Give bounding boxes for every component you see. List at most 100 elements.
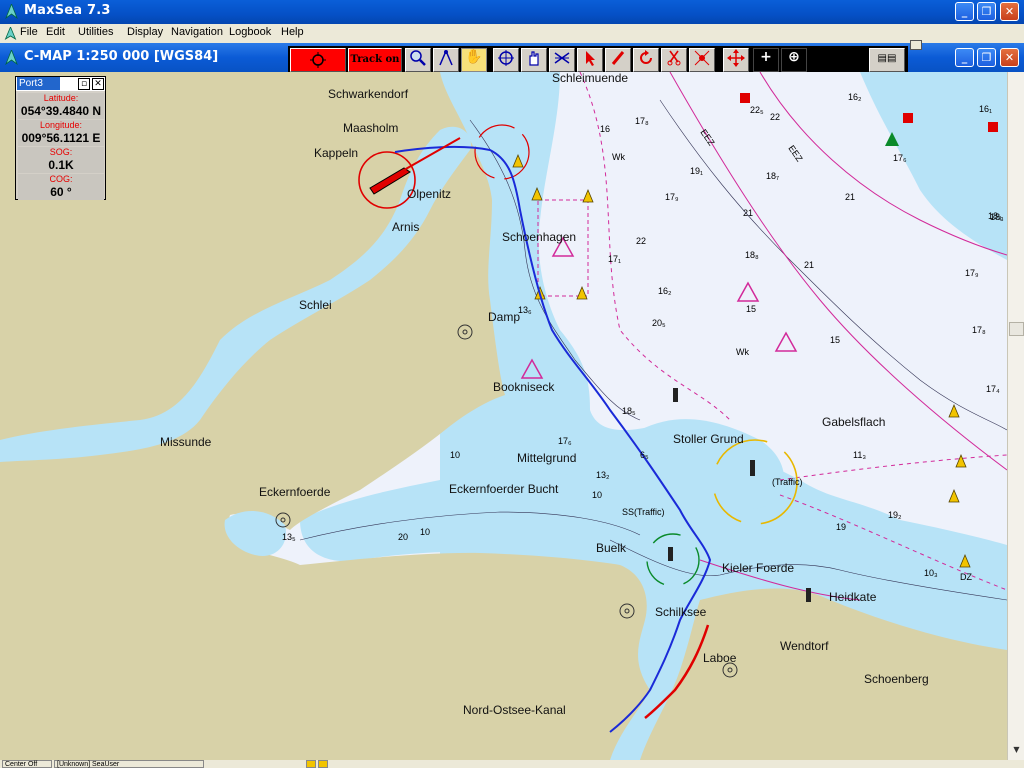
- depth-label: 17₆: [558, 436, 572, 446]
- plus-cursor-icon[interactable]: +: [753, 48, 779, 72]
- cog-row: COG: 60 °: [18, 174, 104, 200]
- dz-label: DZ: [960, 572, 972, 582]
- close-button[interactable]: ✕: [1000, 2, 1019, 21]
- arrow-cursor-icon[interactable]: [577, 48, 603, 72]
- depth-label: 16₂: [848, 92, 862, 102]
- document-icon[interactable]: [4, 27, 17, 40]
- depth-label: 21: [845, 192, 855, 202]
- place-label: Damp: [488, 310, 520, 324]
- status-indicator: [306, 760, 316, 768]
- cog-value: 60 °: [50, 185, 72, 199]
- place-label: Eckernfoerder Bucht: [449, 482, 559, 496]
- compass-icon[interactable]: [433, 48, 459, 72]
- depth-label: 21: [743, 208, 753, 218]
- restore-button[interactable]: ❐: [977, 2, 996, 21]
- port-panel-restore-button[interactable]: ▫: [78, 78, 90, 90]
- depth-label: 19: [836, 522, 846, 532]
- center-icon[interactable]: [493, 48, 519, 72]
- latitude-row: Latitude: 054°39.4840 N: [18, 93, 104, 119]
- rotate-icon[interactable]: [633, 48, 659, 72]
- place-label: Schleimuende: [552, 72, 628, 85]
- depth-label: 20: [398, 532, 408, 542]
- move-icon[interactable]: [723, 48, 749, 72]
- place-label: Mittelgrund: [517, 451, 576, 465]
- depth-label: 10: [420, 527, 430, 537]
- depth-label: 17₉: [965, 268, 979, 278]
- status-bar: Center Off [Unknown] SeaUser: [0, 760, 1024, 768]
- place-label: Bookniseck: [493, 380, 555, 394]
- center-off-status[interactable]: Center Off: [2, 760, 52, 768]
- nautical-chart[interactable]: Schwarkendorf Maasholm Kappeln Olpenitz …: [0, 72, 1007, 760]
- menu-edit[interactable]: Edit: [46, 26, 65, 38]
- menu-display[interactable]: Display: [127, 26, 163, 38]
- chart-restore-button[interactable]: ❐: [977, 48, 996, 67]
- place-label: Heidkate: [829, 590, 877, 604]
- scrollbar-thumb[interactable]: [1009, 322, 1024, 336]
- latitude-value: 054°39.4840 N: [20, 104, 102, 118]
- palette-options-icon[interactable]: ▤▤: [869, 48, 905, 72]
- place-label: Schlei: [299, 298, 332, 312]
- traffic-label: SS(Traffic): [622, 507, 665, 517]
- depth-label: 17₄: [986, 384, 1000, 394]
- place-label: Schoenberg: [864, 672, 929, 686]
- depth-label: 17₉: [665, 192, 679, 202]
- chart-minimize-button[interactable]: _: [955, 48, 974, 67]
- place-label: Kappeln: [314, 146, 358, 160]
- menu-utilities[interactable]: Utilities: [78, 26, 113, 38]
- record-button[interactable]: [290, 48, 346, 72]
- menu-navigation[interactable]: Navigation: [171, 26, 223, 38]
- menu-bar: File Edit Utilities Display Navigation L…: [0, 24, 1024, 44]
- chart-close-button[interactable]: ✕: [1000, 48, 1019, 67]
- depth-label: 10: [450, 450, 460, 460]
- place-label: Arnis: [392, 220, 419, 234]
- target-cross-icon[interactable]: ⊕: [781, 48, 807, 72]
- place-label: Eckernfoerde: [259, 485, 331, 499]
- menu-help[interactable]: Help: [281, 26, 304, 38]
- minimize-button[interactable]: _: [955, 2, 974, 21]
- menu-file[interactable]: File: [20, 26, 38, 38]
- place-label: Gabelsflach: [822, 415, 885, 429]
- place-label: Missunde: [160, 435, 212, 449]
- user-status: [Unknown] SeaUser: [54, 760, 204, 768]
- zoom-icon[interactable]: [405, 48, 431, 72]
- vertical-scrollbar[interactable]: ▼: [1007, 72, 1024, 760]
- hand-pointer-icon[interactable]: [521, 48, 547, 72]
- traffic-label: (Traffic): [772, 477, 803, 487]
- depth-label: 17₆: [893, 153, 907, 163]
- place-label: Wendtorf: [780, 639, 829, 653]
- depth-label: 10: [592, 490, 602, 500]
- pan-hand-icon[interactable]: ✋: [461, 48, 487, 72]
- pencil-icon[interactable]: [605, 48, 631, 72]
- place-label: Kieler Foerde: [722, 561, 794, 575]
- place-label: Stoller Grund: [673, 432, 744, 446]
- chart-canvas[interactable]: Schwarkendorf Maasholm Kappeln Olpenitz …: [0, 72, 1007, 760]
- port-name: Port3: [17, 77, 60, 90]
- longitude-value: 009°56.1121 E: [21, 131, 101, 145]
- app-titlebar: MaxSea 7.3 _ ❐ ✕: [0, 0, 1024, 24]
- palette-minimize[interactable]: [910, 40, 922, 50]
- depth-label: 17₈: [635, 116, 649, 126]
- route-icon[interactable]: [549, 48, 575, 72]
- cog-label: COG:: [49, 174, 73, 184]
- longitude-row: Longitude: 009°56.1121 E: [18, 120, 104, 146]
- track-on-button[interactable]: Track on: [348, 48, 402, 72]
- sog-value: 0.1K: [48, 158, 74, 172]
- depth-label: 18₇: [766, 171, 779, 181]
- depth-label: 13₆: [518, 305, 532, 315]
- scissors-icon[interactable]: [661, 48, 687, 72]
- wreck-label: Wk: [612, 152, 625, 162]
- port-panel-header: Port3 ▫ ✕: [16, 77, 105, 91]
- tool-palette: Track on ✋ + ⊕ ▤▤: [288, 46, 908, 74]
- depth-label: 18₅: [622, 406, 636, 416]
- port-panel-close-button[interactable]: ✕: [92, 78, 104, 90]
- waypoint-icon[interactable]: [689, 48, 715, 72]
- scroll-down-arrow-icon[interactable]: ▼: [1009, 742, 1024, 757]
- sog-label: SOG:: [49, 147, 73, 157]
- maxsea-app-icon: [5, 4, 18, 19]
- depth-label: 22: [636, 236, 646, 246]
- menu-logbook[interactable]: Logbook: [229, 26, 271, 38]
- depth-label: 10₃: [924, 568, 938, 578]
- depth-label: 18₃: [988, 211, 1002, 221]
- chart-window-title: C-MAP 1:250 000 [WGS84]: [24, 49, 219, 64]
- port-info-panel[interactable]: Port3 ▫ ✕ Latitude: 054°39.4840 N Longit…: [15, 76, 106, 200]
